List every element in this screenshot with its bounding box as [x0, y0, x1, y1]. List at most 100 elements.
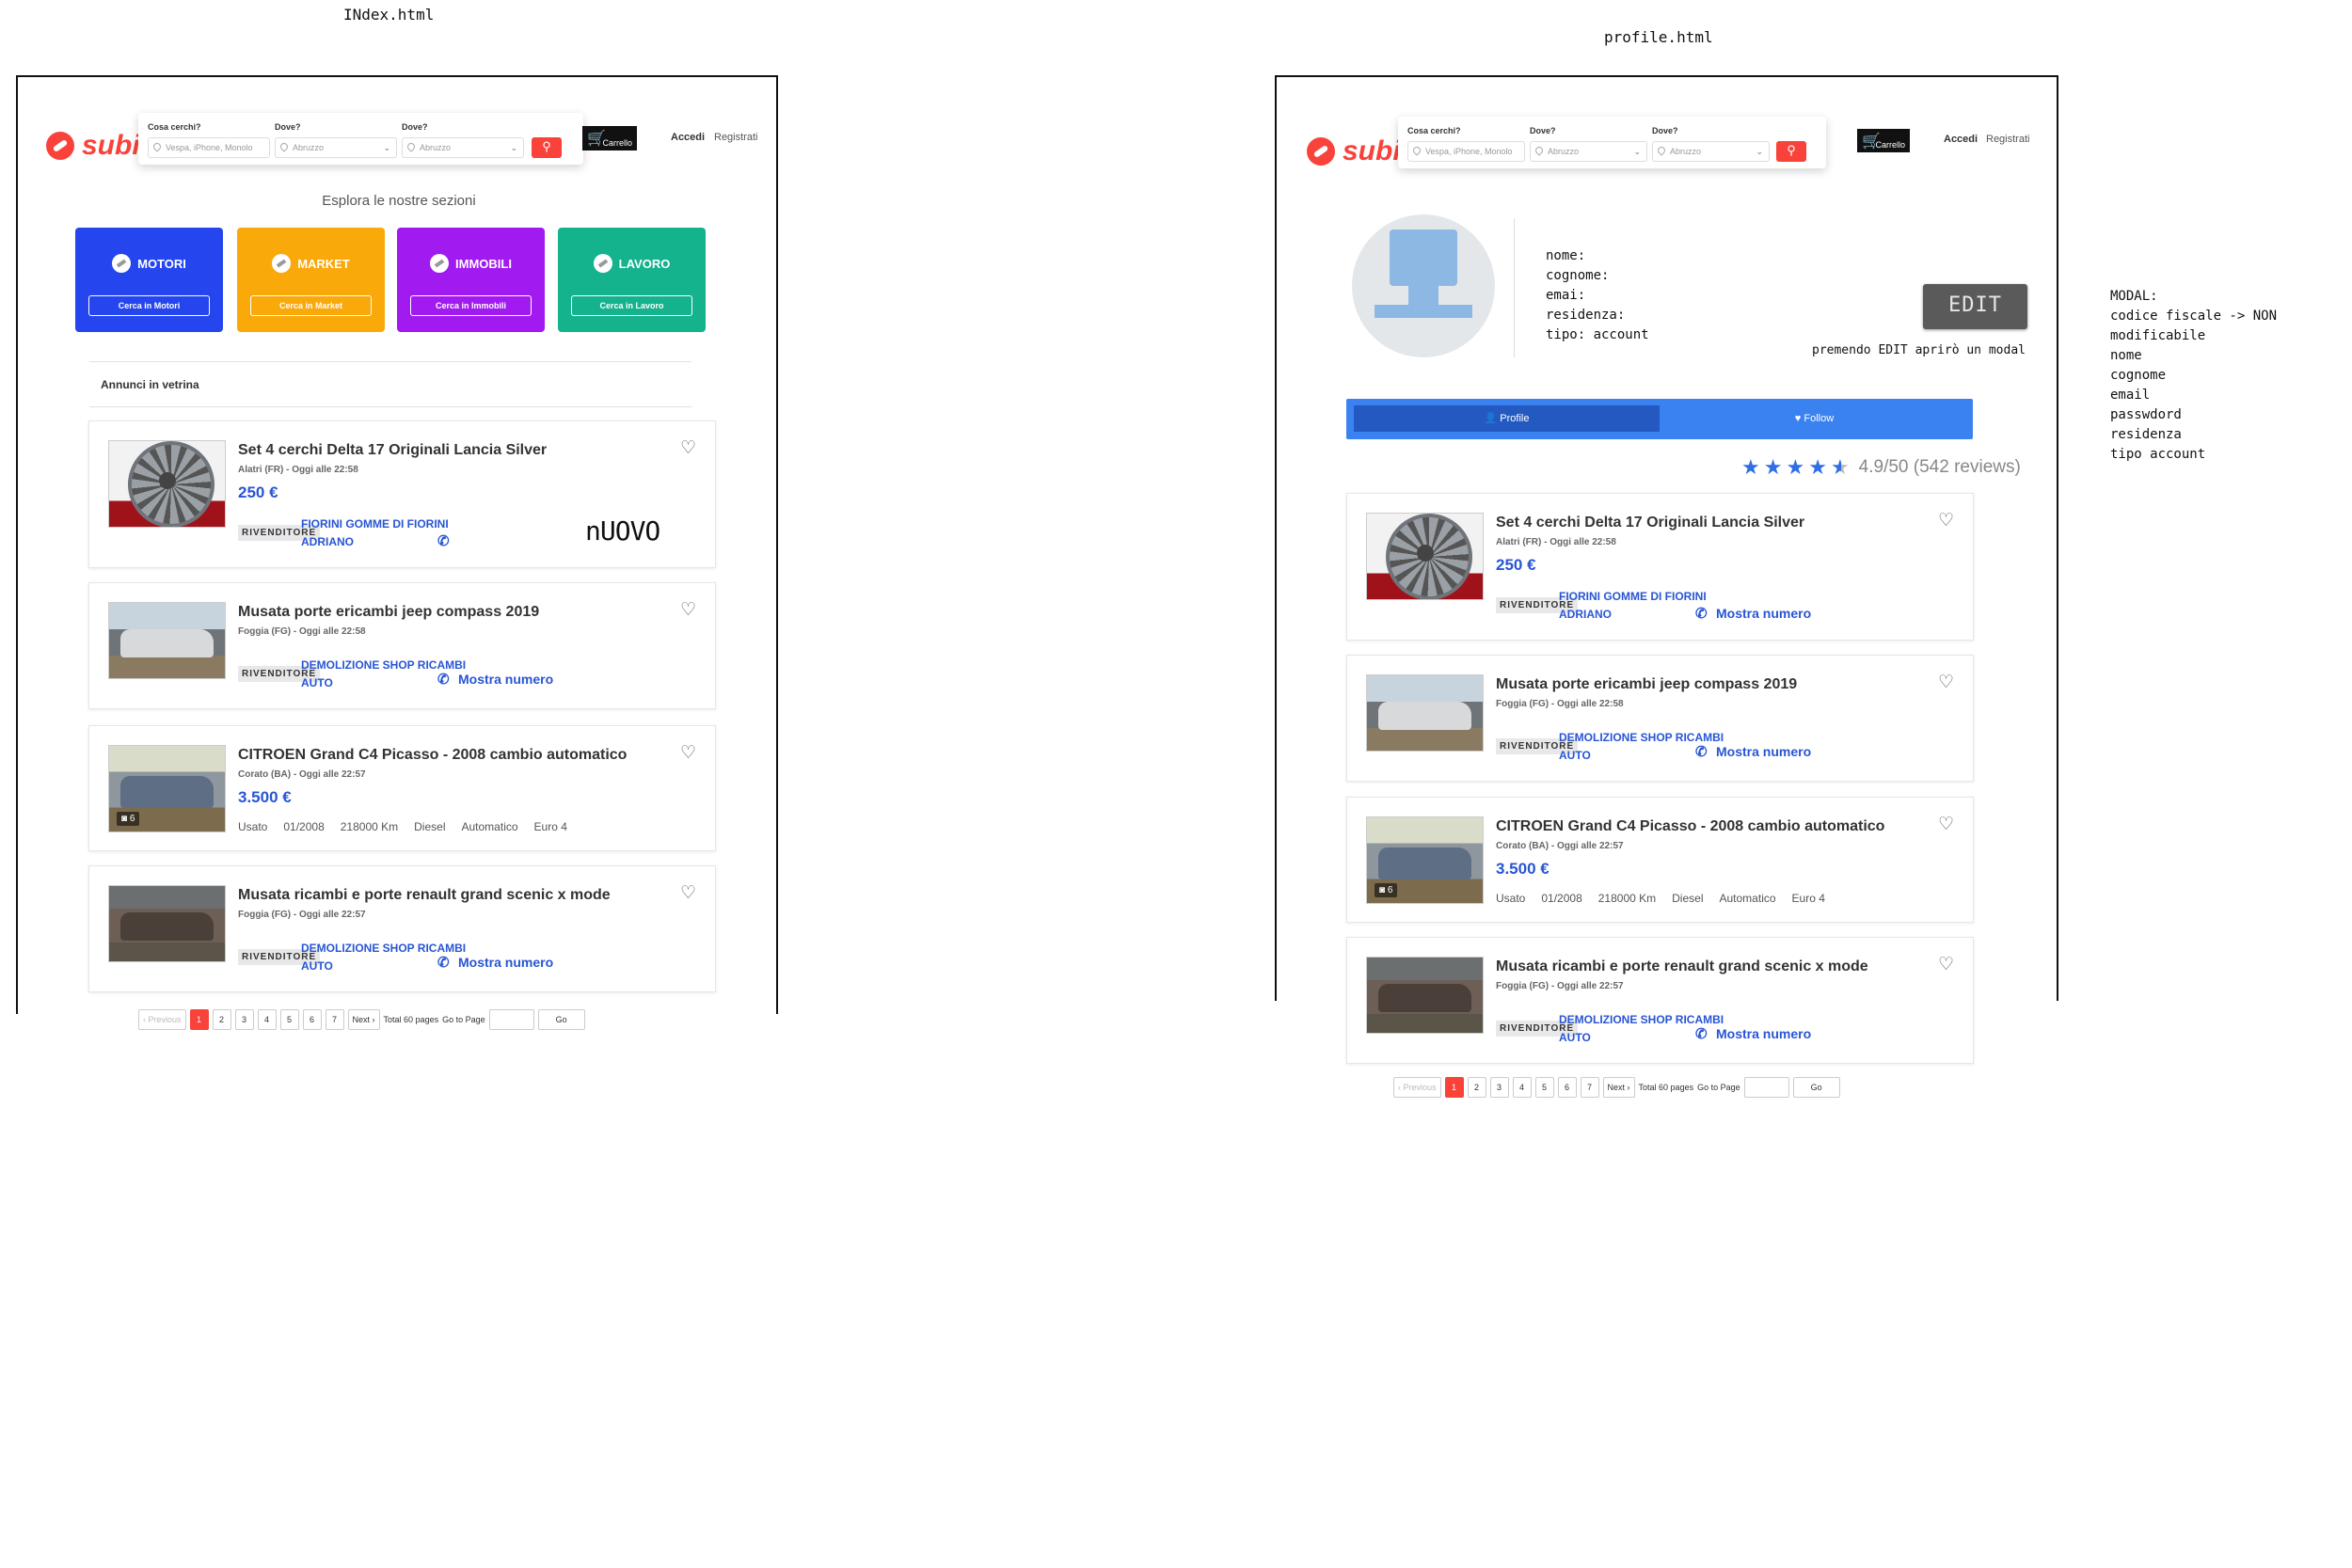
- search-what-input[interactable]: Vespa, iPhone, Monolo: [1407, 141, 1525, 162]
- page-button[interactable]: 7: [325, 1009, 344, 1030]
- listing-photo[interactable]: ◙ 6: [108, 745, 226, 832]
- star-icon: ★: [1786, 455, 1805, 479]
- show-number-button[interactable]: ✆ Mostra numero: [1695, 1025, 1811, 1042]
- search-lavoro-button[interactable]: Cerca in Lavoro: [571, 295, 692, 316]
- listing-title[interactable]: CITROEN Grand C4 Picasso - 2008 cambio a…: [1496, 818, 1884, 835]
- header: subito Cosa cerchi? Vespa, iPhone, Monol…: [1277, 117, 2057, 211]
- favorite-heart-icon[interactable]: ♡: [1938, 512, 1954, 530]
- listing-card[interactable]: Set 4 cerchi Delta 17 Originali Lancia S…: [1346, 493, 1974, 641]
- listing-title[interactable]: Set 4 cerchi Delta 17 Originali Lancia S…: [238, 442, 547, 459]
- next-page-button[interactable]: Next ›: [1602, 1077, 1635, 1098]
- edit-button[interactable]: EDIT: [1923, 284, 2027, 329]
- search-button[interactable]: ⚲: [532, 137, 562, 158]
- subito-logo-icon: [1307, 137, 1335, 166]
- page-button[interactable]: 1: [1444, 1077, 1464, 1098]
- go-button[interactable]: Go: [1792, 1077, 1840, 1098]
- cart-button[interactable]: 🛒 Carrello: [1857, 129, 1910, 152]
- search-where-select[interactable]: Abruzzo ⌄: [1530, 141, 1647, 162]
- goto-page-input[interactable]: [488, 1009, 534, 1030]
- listing-location: Foggia (FG) - Oggi alle 22:57: [1496, 981, 1624, 991]
- listing-title[interactable]: CITROEN Grand C4 Picasso - 2008 cambio a…: [238, 747, 627, 764]
- goto-page-input[interactable]: [1743, 1077, 1789, 1098]
- listing-location: Corato (BA) - Oggi alle 22:57: [238, 769, 366, 780]
- listing-photo[interactable]: [1366, 674, 1484, 752]
- listing-photo[interactable]: [1366, 513, 1484, 600]
- go-button[interactable]: Go: [537, 1009, 585, 1030]
- favorite-heart-icon[interactable]: ♡: [680, 744, 696, 762]
- show-number-button[interactable]: ✆ Mostra numero: [437, 954, 553, 971]
- listing-photo[interactable]: [1366, 957, 1484, 1034]
- page-button[interactable]: 3: [1489, 1077, 1509, 1098]
- search-where-label: Dove?: [275, 122, 301, 132]
- listing-photo[interactable]: [108, 602, 226, 679]
- page-button[interactable]: 6: [1557, 1077, 1577, 1098]
- search-where2-select[interactable]: Abruzzo ⌄: [1652, 141, 1770, 162]
- profile-tabs: 👤 Profile ♥ Follow: [1346, 399, 1973, 439]
- search-icon: ⚲: [1787, 143, 1796, 157]
- page-button[interactable]: 2: [212, 1009, 231, 1030]
- page-button[interactable]: 5: [1534, 1077, 1554, 1098]
- login-link[interactable]: Accedi: [671, 132, 705, 143]
- tab-profile[interactable]: 👤 Profile: [1354, 405, 1660, 432]
- listing-card[interactable]: Set 4 cerchi Delta 17 Originali Lancia S…: [88, 420, 716, 568]
- rating: ★ ★ ★ ★ ★ 4.9/50 (542 reviews): [1741, 457, 2021, 478]
- listing-photo[interactable]: ◙ 6: [1366, 816, 1484, 904]
- page-button[interactable]: 4: [257, 1009, 277, 1030]
- page-button[interactable]: 5: [279, 1009, 299, 1030]
- register-link[interactable]: Registrati: [1986, 134, 2029, 145]
- listing-photo[interactable]: [108, 440, 226, 528]
- listing-location: Foggia (FG) - Oggi alle 22:58: [238, 626, 366, 637]
- favorite-heart-icon[interactable]: ♡: [1938, 956, 1954, 974]
- tile-immobili[interactable]: IMMOBILI Cerca in Immobili: [397, 228, 545, 332]
- search-immobili-button[interactable]: Cerca in Immobili: [410, 295, 532, 316]
- favorite-heart-icon[interactable]: ♡: [680, 439, 696, 457]
- listing-card[interactable]: ◙ 6 CITROEN Grand C4 Picasso - 2008 camb…: [1346, 797, 1974, 923]
- listing-card[interactable]: Musata porte ericambi jeep compass 2019 …: [1346, 655, 1974, 782]
- tile-motori[interactable]: MOTORI Cerca in Motori: [75, 228, 223, 332]
- listing-title[interactable]: Set 4 cerchi Delta 17 Originali Lancia S…: [1496, 515, 1804, 531]
- search-where-select[interactable]: Abruzzo ⌄: [275, 137, 397, 158]
- prev-page-button[interactable]: ‹ Previous: [1393, 1077, 1441, 1098]
- page-button[interactable]: 2: [1467, 1077, 1486, 1098]
- search-motori-button[interactable]: Cerca in Motori: [88, 295, 210, 316]
- show-number-button[interactable]: ✆ Mostra numero: [437, 671, 553, 688]
- favorite-heart-icon[interactable]: ♡: [1938, 673, 1954, 691]
- listing-card[interactable]: Musata porte ericambi jeep compass 2019 …: [88, 582, 716, 709]
- page-button[interactable]: 7: [1580, 1077, 1599, 1098]
- search-box: Cosa cerchi? Vespa, iPhone, Monolo Dove?…: [1398, 117, 1826, 168]
- page-button[interactable]: 4: [1512, 1077, 1532, 1098]
- search-button[interactable]: ⚲: [1776, 141, 1806, 162]
- show-number-button[interactable]: ✆ Mostra numero: [1695, 605, 1811, 622]
- phone-icon[interactable]: ✆: [437, 532, 458, 549]
- listing-card[interactable]: ◙ 6 CITROEN Grand C4 Picasso - 2008 camb…: [88, 725, 716, 851]
- listing-card[interactable]: Musata ricambi e porte renault grand sce…: [1346, 937, 1974, 1064]
- listing-title[interactable]: Musata ricambi e porte renault grand sce…: [238, 887, 611, 904]
- immobili-icon: [430, 254, 450, 273]
- listing-price: 3.500 €: [238, 788, 292, 806]
- search-where2-select[interactable]: Abruzzo ⌄: [402, 137, 524, 158]
- favorite-heart-icon[interactable]: ♡: [1938, 816, 1954, 833]
- next-page-button[interactable]: Next ›: [347, 1009, 380, 1030]
- favorite-heart-icon[interactable]: ♡: [680, 884, 696, 902]
- show-number-button[interactable]: ✆ Mostra numero: [1695, 743, 1811, 760]
- listing-title[interactable]: Musata ricambi e porte renault grand sce…: [1496, 958, 1868, 975]
- cart-button[interactable]: 🛒 Carrello: [582, 126, 637, 150]
- search-what-label: Cosa cerchi?: [148, 122, 201, 132]
- favorite-heart-icon[interactable]: ♡: [680, 601, 696, 619]
- listing-title[interactable]: Musata porte ericambi jeep compass 2019: [1496, 676, 1797, 693]
- page-button[interactable]: 1: [189, 1009, 209, 1030]
- page-button[interactable]: 3: [234, 1009, 254, 1030]
- login-link[interactable]: Accedi: [1944, 134, 1978, 145]
- listing-photo[interactable]: [108, 885, 226, 962]
- search-what-input[interactable]: Vespa, iPhone, Monolo: [148, 137, 270, 158]
- chevron-down-icon: ⌄: [383, 143, 390, 152]
- tile-lavoro[interactable]: LAVORO Cerca in Lavoro: [558, 228, 706, 332]
- search-market-button[interactable]: Cerca in Market: [250, 295, 372, 316]
- prev-page-button[interactable]: ‹ Previous: [138, 1009, 186, 1030]
- register-link[interactable]: Registrati: [714, 132, 757, 143]
- listing-card[interactable]: Musata ricambi e porte renault grand sce…: [88, 865, 716, 992]
- tab-follow[interactable]: ♥ Follow: [1663, 405, 1965, 432]
- page-button[interactable]: 6: [302, 1009, 322, 1030]
- tile-market[interactable]: MARKET Cerca in Market: [237, 228, 385, 332]
- listing-title[interactable]: Musata porte ericambi jeep compass 2019: [238, 604, 539, 621]
